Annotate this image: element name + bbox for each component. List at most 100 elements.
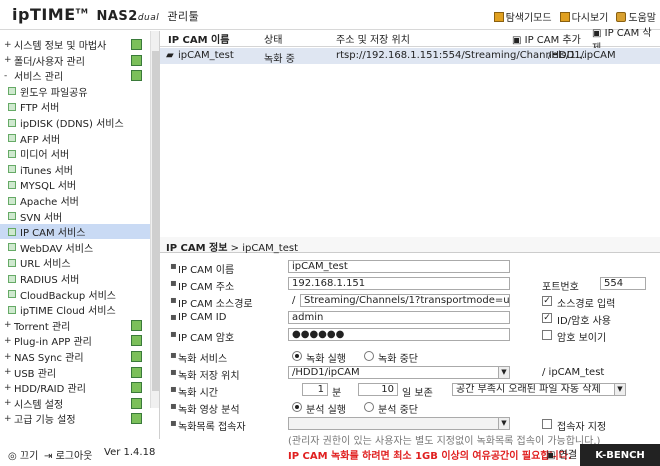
show-password-checkbox[interactable] bbox=[542, 330, 552, 340]
sidebar-item[interactable]: iTunes 서버 bbox=[0, 162, 150, 177]
sidebar-item[interactable]: - 서비스 관리 bbox=[0, 68, 150, 83]
service-icon bbox=[8, 243, 16, 252]
sidebar-item[interactable]: RADIUS 서버 bbox=[0, 271, 150, 286]
expand-icon[interactable]: + bbox=[4, 40, 14, 50]
explorer-icon bbox=[493, 11, 504, 22]
expand-icon[interactable]: - bbox=[4, 71, 14, 81]
category-icon bbox=[131, 366, 142, 378]
record-on-radio[interactable] bbox=[292, 351, 302, 361]
expand-icon[interactable]: + bbox=[4, 383, 14, 393]
port-input[interactable]: 554 bbox=[600, 277, 646, 290]
id-pw-checkbox[interactable]: ✓ bbox=[542, 313, 552, 323]
record-off-radio[interactable] bbox=[364, 351, 374, 361]
sidebar-item[interactable]: MYSQL 서버 bbox=[0, 177, 150, 192]
details-title: IP CAM 정보 > ipCAM_test bbox=[160, 237, 660, 254]
sidebar-item-label: Apache 서버 bbox=[20, 197, 79, 208]
chevron-down-icon: ▼ bbox=[614, 384, 625, 395]
refresh-button[interactable]: 다시보기 bbox=[559, 9, 608, 24]
sidebar-item[interactable]: FTP 서버 bbox=[0, 99, 150, 114]
access-assign-checkbox[interactable] bbox=[542, 419, 552, 429]
bullet: ▪ bbox=[170, 384, 177, 395]
sidebar-item[interactable]: 윈도우 파일공유 bbox=[0, 84, 150, 99]
sidebar-item[interactable]: CloudBackup 서비스 bbox=[0, 287, 150, 302]
sidebar-item-label: FTP 서버 bbox=[20, 103, 60, 115]
analysis-off-radio[interactable] bbox=[364, 402, 374, 412]
label-list-access: 녹화목록 접속자 bbox=[178, 422, 246, 433]
add-ipcam-button[interactable]: ▣ IP CAM 추가 bbox=[512, 31, 581, 46]
source-input-checkbox[interactable]: ✓ bbox=[542, 296, 552, 306]
sidebar-item-label: iTunes 서버 bbox=[20, 165, 73, 177]
service-icon bbox=[8, 258, 16, 267]
service-icon bbox=[8, 165, 16, 174]
category-icon bbox=[131, 351, 142, 362]
sidebar-item[interactable]: ipTIME Cloud 서비스 bbox=[0, 302, 150, 317]
expand-icon[interactable]: + bbox=[4, 367, 14, 377]
sidebar-item[interactable]: + 시스템 설정 bbox=[0, 396, 150, 411]
expand-icon[interactable]: + bbox=[4, 352, 14, 362]
analysis-on-radio[interactable] bbox=[292, 402, 302, 412]
sidebar-item[interactable]: Apache 서버 bbox=[0, 193, 150, 208]
expand-icon[interactable]: + bbox=[4, 414, 14, 424]
id-input[interactable]: admin bbox=[288, 311, 510, 324]
label-name: IP CAM 이름 bbox=[178, 265, 235, 276]
retention-policy-select[interactable]: 공간 부족시 오래된 파일 자동 삭제 ▼ bbox=[452, 383, 626, 396]
sidebar-item-label: HDD/RAID 관리 bbox=[14, 384, 86, 396]
expand-icon[interactable]: + bbox=[4, 55, 14, 65]
sidebar-item[interactable]: + HDD/RAID 관리 bbox=[0, 380, 150, 395]
analysis-off-label: 분석 중단 bbox=[378, 405, 418, 416]
table-row[interactable]: ▰ ipCAM_test 녹화 중 rtsp://192.168.1.151:5… bbox=[160, 48, 660, 65]
refresh-icon bbox=[559, 11, 570, 22]
record-minutes-input[interactable]: 1 bbox=[302, 383, 328, 396]
list-access-select[interactable]: ▼ bbox=[288, 417, 510, 430]
sidebar-item-label: USB 관리 bbox=[14, 368, 57, 380]
help-button[interactable]: 도움말 bbox=[616, 9, 656, 24]
sidebar-item-label: Torrent 관리 bbox=[14, 321, 71, 333]
explorer-mode-button[interactable]: 탐색기모드 bbox=[493, 9, 552, 24]
port-label: 포트번호 bbox=[542, 282, 579, 293]
row-status: 녹화 중 bbox=[264, 54, 295, 65]
sidebar-item-label: NAS Sync 관리 bbox=[14, 353, 84, 364]
sidebar-item[interactable]: + 폴더/사용자 관리 bbox=[0, 53, 150, 68]
address-input[interactable]: 192.168.1.151 bbox=[288, 277, 510, 290]
sidebar-item[interactable]: + Torrent 관리 bbox=[0, 318, 150, 333]
chevron-down-icon: ▼ bbox=[498, 367, 509, 378]
sidebar-item[interactable]: IP CAM 서비스 bbox=[0, 224, 150, 240]
category-icon bbox=[131, 39, 142, 50]
logout-button[interactable]: ⇥ 로그아웃 bbox=[44, 447, 92, 462]
bullet: ▪ bbox=[170, 312, 177, 323]
sidebar-item-label: Plug-in APP 관리 bbox=[14, 337, 92, 349]
expand-icon[interactable]: + bbox=[4, 398, 14, 408]
sidebar-item-label: 시스템 정보 및 마법사 bbox=[14, 41, 107, 52]
expand-icon[interactable]: + bbox=[4, 336, 14, 346]
sidebar-scrollbar[interactable] bbox=[150, 31, 159, 408]
source-input[interactable]: Streaming/Channels/1?transportmode=unica… bbox=[300, 294, 510, 307]
sidebar-item[interactable]: + 고급 기능 설정 bbox=[0, 411, 150, 426]
access-note: (관리자 권한이 있는 사용자는 별도 지정없이 녹화목록 접속이 가능합니다.… bbox=[288, 436, 601, 447]
sidebar-item[interactable]: ipDISK (DDNS) 서비스 bbox=[0, 115, 150, 130]
power-off-button[interactable]: ◎ 끄기 bbox=[8, 447, 38, 462]
password-input[interactable]: ●●●●●● bbox=[288, 328, 510, 341]
sidebar-item[interactable]: WebDAV 서비스 bbox=[0, 240, 150, 255]
category-icon bbox=[131, 382, 142, 394]
sidebar-item[interactable]: + NAS Sync 관리 bbox=[0, 349, 150, 364]
sidebar-item[interactable]: + USB 관리 bbox=[0, 365, 150, 380]
app-logo: ipTIMETM NAS2dual 관리툴 bbox=[12, 5, 200, 24]
sidebar-item[interactable]: + 시스템 정보 및 마법사 bbox=[0, 37, 150, 52]
service-icon bbox=[8, 180, 16, 189]
camera-icon: ▰ bbox=[166, 50, 174, 61]
sidebar-item[interactable]: + Plug-in APP 관리 bbox=[0, 333, 150, 348]
scrollbar-thumb[interactable] bbox=[152, 51, 159, 391]
name-input[interactable]: ipCAM_test bbox=[288, 260, 510, 273]
sidebar-item[interactable]: URL 서비스 bbox=[0, 255, 150, 270]
id-pw-label: ID/암호 사용 bbox=[557, 316, 611, 327]
expand-icon[interactable]: + bbox=[4, 320, 14, 330]
keep-days-input[interactable]: 10 bbox=[358, 383, 398, 396]
save-location-select[interactable]: /HDD1/ipCAM ▼ bbox=[288, 366, 510, 379]
access-assign-label: 접속자 지정 bbox=[557, 422, 607, 433]
sidebar-item[interactable]: AFP 서버 bbox=[0, 131, 150, 146]
sidebar-item[interactable]: SVN 서버 bbox=[0, 209, 150, 224]
connect-button[interactable]: ▣ 연결 bbox=[546, 446, 577, 461]
label-record-time: 녹화 시간 bbox=[178, 388, 218, 399]
sidebar-footer: ◎ 끄기 ⇥ 로그아웃 Ver 1.4.18 bbox=[0, 439, 160, 466]
sidebar-item[interactable]: 미디어 서버 bbox=[0, 146, 150, 161]
